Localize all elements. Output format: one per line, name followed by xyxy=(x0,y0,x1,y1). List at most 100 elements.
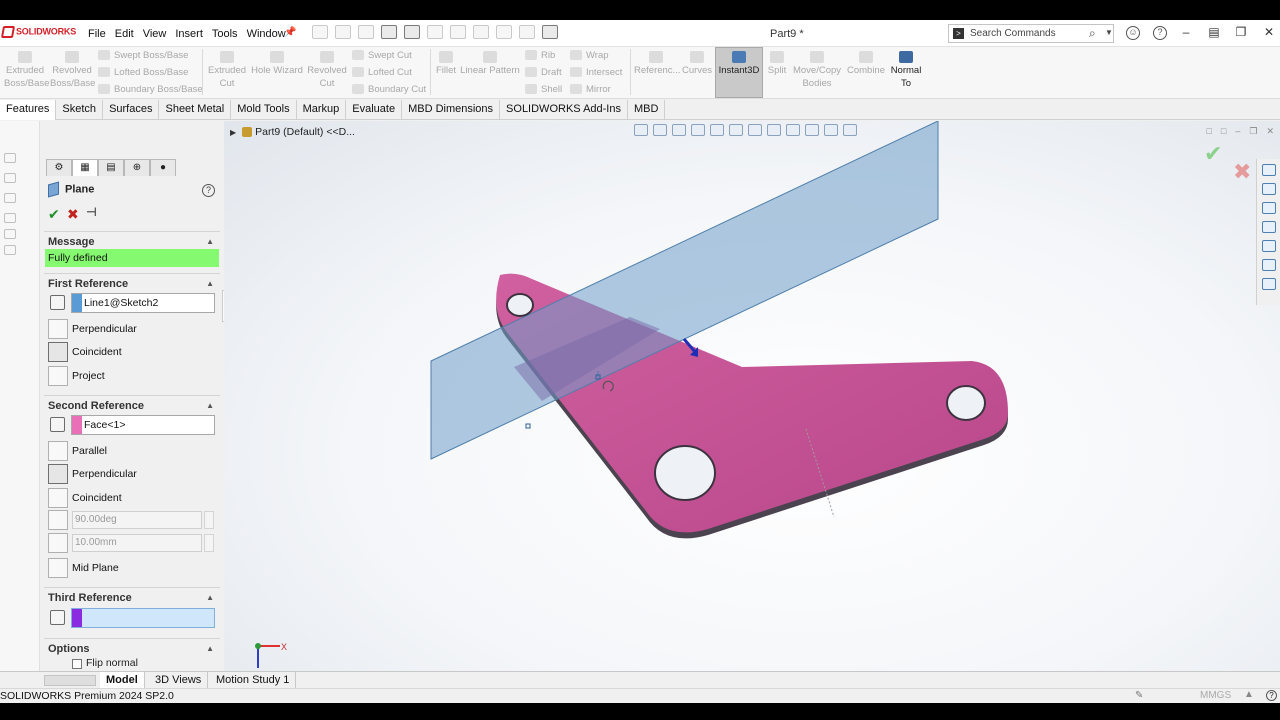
feature-tree-flyout[interactable]: ▶ Part9 (Default) <<D... xyxy=(230,126,355,138)
draft-button[interactable]: Draft xyxy=(525,64,562,81)
distance-spinner[interactable] xyxy=(204,534,214,552)
distance-input[interactable]: 10.00mm xyxy=(72,534,202,552)
zoom-to-fit-icon[interactable] xyxy=(634,124,648,136)
status-help-icon[interactable]: ? xyxy=(1266,690,1277,701)
rib-button[interactable]: Rib xyxy=(525,47,555,64)
tab-mold-tools[interactable]: Mold Tools xyxy=(231,100,297,120)
shell-button[interactable]: Shell xyxy=(525,81,562,98)
view-palette-icon[interactable] xyxy=(1261,221,1276,233)
lofted-boss-button[interactable]: Lofted Boss/Base xyxy=(98,64,188,81)
tab-navigation-arrows[interactable] xyxy=(44,675,96,686)
intersect-button[interactable]: Intersect xyxy=(570,64,622,81)
menu-window[interactable]: Window xyxy=(247,28,286,40)
solidworks-resources-icon[interactable] xyxy=(1261,164,1276,176)
third-reference-header[interactable]: Third Reference xyxy=(44,588,220,608)
second-reference-header[interactable]: Second Reference xyxy=(44,396,220,416)
restore-icon[interactable]: ❐ xyxy=(1233,25,1249,39)
tree-icon[interactable] xyxy=(4,213,16,223)
hole-wizard-button[interactable]: Hole Wizard xyxy=(250,51,304,77)
tree-icon[interactable] xyxy=(4,173,16,183)
solidworks-logo[interactable]: SOLIDWORKS xyxy=(0,26,76,38)
feature-manager-tab-icon[interactable]: ⚙ xyxy=(46,159,72,176)
configuration-manager-tab-icon[interactable]: ▤ xyxy=(98,159,124,176)
help-icon[interactable]: ? xyxy=(202,184,215,197)
search-input[interactable]: Search Commands xyxy=(970,28,1056,39)
tree-icon[interactable] xyxy=(4,153,16,163)
tree-icon[interactable] xyxy=(4,193,16,203)
tab-3d-views[interactable]: 3D Views xyxy=(149,672,209,689)
menu-view[interactable]: View xyxy=(143,28,167,40)
linear-pattern-button[interactable]: Linear Pattern xyxy=(460,51,520,77)
hide-show-items-icon[interactable] xyxy=(767,124,781,136)
tab-model[interactable]: Model xyxy=(100,672,145,689)
custom-properties-icon[interactable] xyxy=(1261,259,1276,271)
ok-check-icon[interactable]: ✔ xyxy=(48,206,60,223)
open-icon[interactable] xyxy=(358,25,374,39)
wrap-button[interactable]: Wrap xyxy=(570,47,609,64)
extruded-boss-button[interactable]: Extruded Boss/Base xyxy=(4,51,49,90)
select-icon[interactable] xyxy=(473,25,489,39)
search-commands[interactable]: > Search Commands ⌕ ▼ xyxy=(948,24,1114,43)
apply-scene-icon[interactable] xyxy=(805,124,819,136)
collapse-icon[interactable]: ▲ xyxy=(206,279,214,288)
rebuild-status-icon[interactable]: ✎ xyxy=(1135,690,1143,701)
second-reference-field[interactable]: Face<1> xyxy=(71,415,215,435)
combine-button[interactable]: Combine xyxy=(846,51,886,77)
view-orientation-icon[interactable] xyxy=(729,124,743,136)
appearances-icon[interactable] xyxy=(1261,240,1276,252)
tab-surfaces[interactable]: Surfaces xyxy=(103,100,160,120)
design-library-icon[interactable] xyxy=(1261,183,1276,195)
property-manager-tab-icon[interactable]: ▦ xyxy=(72,159,98,176)
angle-icon[interactable] xyxy=(48,510,68,530)
curves-button[interactable]: Curves xyxy=(680,51,714,77)
search-icon[interactable]: ⌕ xyxy=(1089,26,1096,41)
normal-to-button[interactable]: Normal To xyxy=(886,51,926,90)
instant3d-button[interactable]: Instant3D xyxy=(715,47,763,98)
tab-mbd-dimensions[interactable]: MBD Dimensions xyxy=(402,100,501,120)
minimize-icon[interactable]: – xyxy=(1178,25,1194,39)
collapse-icon[interactable]: ▲ xyxy=(206,401,214,410)
tab-sheet-metal[interactable]: Sheet Metal xyxy=(159,100,232,120)
extruded-cut-button[interactable]: Extruded Cut xyxy=(206,51,248,90)
print-icon[interactable] xyxy=(404,25,420,39)
viewport-close-icon[interactable]: ✕ xyxy=(1266,126,1274,137)
appearance-tab-icon[interactable]: ● xyxy=(150,159,176,176)
options-gear-icon[interactable] xyxy=(542,25,558,39)
redo-icon[interactable] xyxy=(450,25,466,39)
tree-icon[interactable] xyxy=(4,245,16,255)
boundary-boss-button[interactable]: Boundary Boss/Base xyxy=(98,81,203,98)
first-reference-header[interactable]: First Reference xyxy=(44,274,220,294)
section-view-icon[interactable] xyxy=(691,124,705,136)
tree-icon[interactable] xyxy=(4,229,16,239)
viewport-restore-icon[interactable]: ❐ xyxy=(1249,126,1257,137)
menu-file[interactable]: File xyxy=(88,28,106,40)
file-explorer-icon[interactable] xyxy=(1261,202,1276,214)
collapse-icon[interactable]: ▲ xyxy=(206,644,214,653)
display-style-icon[interactable] xyxy=(748,124,762,136)
user-account-icon[interactable]: ☺ xyxy=(1126,26,1140,40)
undo-icon[interactable] xyxy=(427,25,443,39)
new-document-icon[interactable] xyxy=(335,25,351,39)
dynamic-annotation-icon[interactable] xyxy=(710,124,724,136)
offset-distance-icon[interactable] xyxy=(48,533,68,553)
zoom-to-area-icon[interactable] xyxy=(653,124,667,136)
tab-markup[interactable]: Markup xyxy=(297,100,347,120)
tile-icon[interactable]: ▤ xyxy=(1206,25,1222,39)
mirror-button[interactable]: Mirror xyxy=(570,81,611,98)
swept-boss-button[interactable]: Swept Boss/Base xyxy=(98,47,188,64)
help-icon[interactable]: ? xyxy=(1153,26,1167,40)
flip-normal-checkbox[interactable] xyxy=(72,659,82,669)
unit-dropdown-icon[interactable]: ▲ xyxy=(1244,689,1254,700)
expand-arrow-icon[interactable]: ▶ xyxy=(230,128,236,137)
tab-motion-study-1[interactable]: Motion Study 1 xyxy=(210,672,297,689)
pin-menu-icon[interactable]: 📌 xyxy=(284,27,296,38)
split-button[interactable]: Split xyxy=(766,51,788,77)
revolved-cut-button[interactable]: Revolved Cut xyxy=(306,51,348,90)
file-properties-icon[interactable] xyxy=(519,25,535,39)
rebuild-icon[interactable] xyxy=(496,25,512,39)
tab-mbd[interactable]: MBD xyxy=(628,100,666,120)
solidworks-forum-icon[interactable] xyxy=(1261,278,1276,290)
previous-view-icon[interactable] xyxy=(672,124,686,136)
third-reference-field[interactable] xyxy=(71,608,215,628)
home-icon[interactable] xyxy=(312,25,328,39)
